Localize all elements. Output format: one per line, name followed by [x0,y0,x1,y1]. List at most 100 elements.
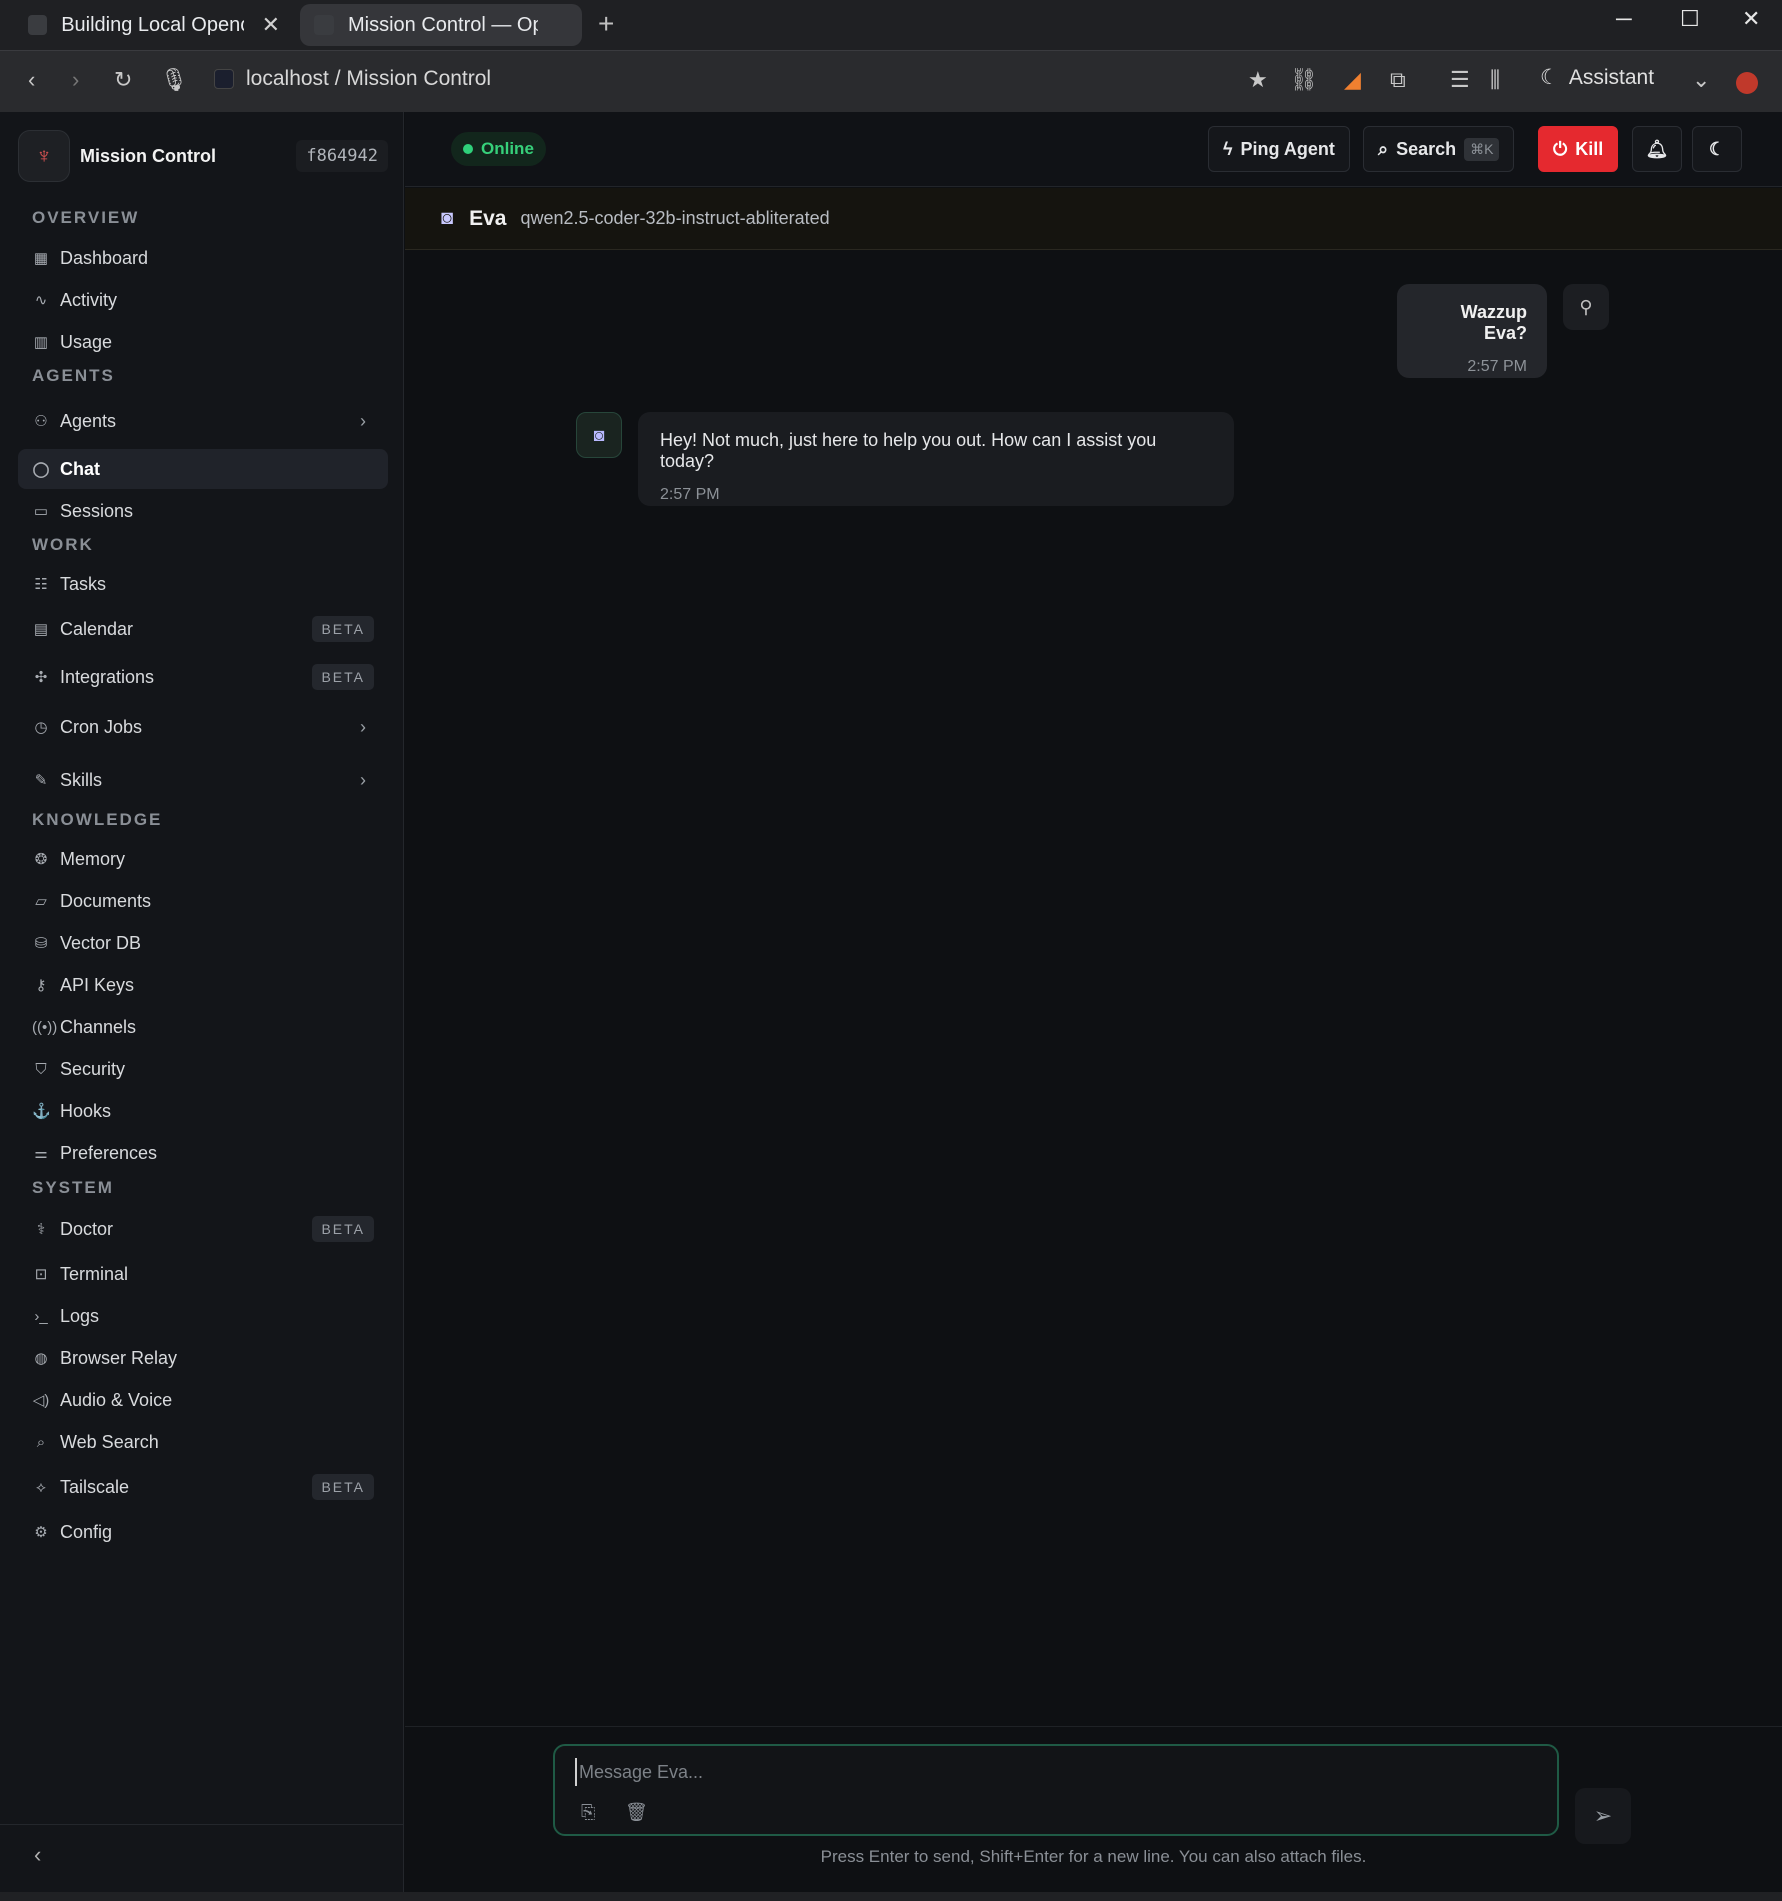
chevron-right-icon: › [360,716,366,737]
sidebar-item-hooks[interactable]: ⚓ Hooks [18,1091,388,1131]
list-check-icon: ☷ [34,576,48,593]
sidebar-item-sessions[interactable]: ▭ Sessions [18,491,388,531]
kill-button[interactable]: ⏻ Kill [1538,126,1619,172]
close-window-icon[interactable]: ✕ [1742,6,1760,32]
assistant-icon: ☾ [1540,66,1559,89]
link-icon[interactable]: ⛓ [1290,67,1318,93]
sidebar-item-api-keys[interactable]: ⚷ API Keys [18,965,388,1005]
sidebar-item-calendar[interactable]: ▤ Calendar BETA [18,609,388,649]
status-label: Online [481,139,534,158]
status-dot-icon [463,144,473,154]
address-bar[interactable]: localhost / Mission Control [214,67,491,91]
sidebar-item-preferences[interactable]: ⚌ Preferences [18,1133,388,1173]
sidebar: ♆ Mission Control f864942 OVERVIEW ▦ Dash… [0,112,404,1892]
sidebar-item-channels[interactable]: ((•)) Channels [18,1007,388,1047]
app: ♆ Mission Control f864942 OVERVIEW ▦ Dash… [0,112,1782,1892]
divider [0,1824,404,1825]
sidebar-item-label: Integrations [60,666,155,687]
brain-icon: ❂ [34,851,48,868]
sidebar-item-label: Memory [60,848,126,869]
trash-icon[interactable]: 🗑︎ [625,1802,648,1823]
window-bottom-edge [0,1892,1782,1901]
tab-title: Mission Control — OpenC [348,13,538,36]
sidebar-item-label: Terminal [60,1263,129,1284]
sidebar-item-tailscale[interactable]: ⟡ Tailscale BETA [18,1467,388,1507]
broadcast-icon: ((•)) [32,1018,58,1036]
search-button[interactable]: ⌕ Search ⌘K [1363,126,1515,172]
sidebar-item-chat[interactable]: ◯ Chat [18,449,388,489]
sidebar-item-label: Logs [60,1305,100,1326]
sidebar-item-memory[interactable]: ❂ Memory [18,839,388,879]
sidebar-item-dashboard[interactable]: ▦ Dashboard [18,238,388,278]
section-knowledge: KNOWLEDGE [32,810,163,829]
sidebar-item-terminal[interactable]: ⊡ Terminal [18,1254,388,1294]
sidebar-item-label: Tasks [60,573,107,594]
sidebar-item-browser-relay[interactable]: ◍ Browser Relay [18,1338,388,1378]
sidebar-item-label: Agents [60,410,117,431]
sidebar-item-tasks[interactable]: ☷ Tasks [18,564,388,604]
ping-agent-button[interactable]: ϟ Ping Agent [1208,126,1350,172]
close-tab-icon[interactable]: ✕ [262,12,280,38]
tab-title: Building Local Opencl [61,13,244,36]
section-system: SYSTEM [32,1178,114,1197]
sidebar-item-label: Hooks [60,1100,112,1121]
extensions-puzzle-icon[interactable]: ⧉ [1390,67,1406,93]
status-badge: Online [451,132,546,166]
sidebar-item-activity[interactable]: ∿ Activity [18,280,388,320]
sidebar-item-cron-jobs[interactable]: ◷ Cron Jobs › [18,707,388,747]
terminal-square-icon: ⊡ [34,1266,48,1283]
bell-icon: 🔔︎ [1645,138,1669,159]
sidebar-item-vector-db[interactable]: ⛁ Vector DB [18,923,388,963]
tab-favicon-icon [28,15,48,35]
chevron-right-icon: › [360,410,366,431]
sidebar-item-web-search[interactable]: ⌕ Web Search [18,1422,388,1462]
send-icon: ➢ [1593,1803,1613,1828]
reload-icon[interactable]: ↻ [114,67,132,93]
users-icon: ⚇ [34,413,48,430]
globe-icon: ◍ [34,1350,48,1367]
assistant-button[interactable]: ☾ Assistant [1540,65,1654,90]
sliders-icon: ⚌ [34,1145,48,1162]
microphone-icon[interactable]: 🎙 [160,67,188,93]
agent-message: Hey! Not much, just here to help you out… [638,412,1234,506]
sidebar-item-label: Skills [60,769,103,790]
browser-tab[interactable]: Building Local Opencl ✕ [14,4,294,46]
search-shortcut: ⌘K [1464,137,1500,161]
audio-wave-icon[interactable]: ⫼ [1490,67,1500,93]
collapse-sidebar-icon[interactable]: ‹ [34,1842,41,1868]
agent-avatar-robot-icon: ◙ [576,412,622,458]
sidebar-item-usage[interactable]: ▥ Usage [18,322,388,362]
notifications-button[interactable]: 🔔︎ [1632,126,1682,172]
chevron-down-icon[interactable]: ⌄ [1692,67,1710,93]
back-icon[interactable]: ‹ [28,67,35,93]
message-text: Wazzup Eva? [1460,302,1527,343]
profile-avatar-icon[interactable] [1736,72,1758,94]
sidebar-item-config[interactable]: ⚙ Config [18,1512,388,1552]
extension-brave-icon[interactable]: ◢ [1344,67,1361,93]
sidebar-item-label: Doctor [60,1218,114,1239]
sidebar-item-logs[interactable]: ›_ Logs [18,1296,388,1336]
minimize-icon[interactable]: ─ [1616,6,1632,32]
new-tab-icon[interactable]: + [598,8,614,40]
lightning-icon: ϟ [1223,138,1233,159]
send-button[interactable]: ➢ [1575,1788,1631,1844]
maximize-icon[interactable]: ☐ [1680,6,1700,32]
sidebar-item-label: Browser Relay [60,1347,178,1368]
grid-icon: ▦ [33,250,49,267]
paperclip-icon[interactable]: ⎘ [581,1802,595,1823]
sidebar-item-doctor[interactable]: ⚕ Doctor BETA [18,1209,388,1249]
sidebar-item-audio-voice[interactable]: ◁) Audio & Voice [18,1380,388,1420]
reader-list-icon[interactable]: ☰ [1450,67,1470,93]
beta-badge: BETA [312,1216,374,1242]
theme-toggle-button[interactable]: ☾ [1692,126,1742,172]
sidebar-item-agents[interactable]: ⚇ Agents › [18,401,388,441]
sidebar-item-label: Dashboard [60,247,149,268]
browser-tab-active[interactable]: Mission Control — OpenC [300,4,582,46]
bookmark-star-icon[interactable]: ★ [1248,67,1268,93]
message-input[interactable] [575,1758,1475,1786]
sidebar-item-documents[interactable]: ▱ Documents [18,881,388,921]
sidebar-item-integrations[interactable]: ✣ Integrations BETA [18,657,388,697]
sidebar-item-security[interactable]: ⛉ Security [18,1049,388,1089]
sidebar-item-skills[interactable]: ✎ Skills › [18,760,388,800]
forward-icon[interactable]: › [72,67,79,93]
